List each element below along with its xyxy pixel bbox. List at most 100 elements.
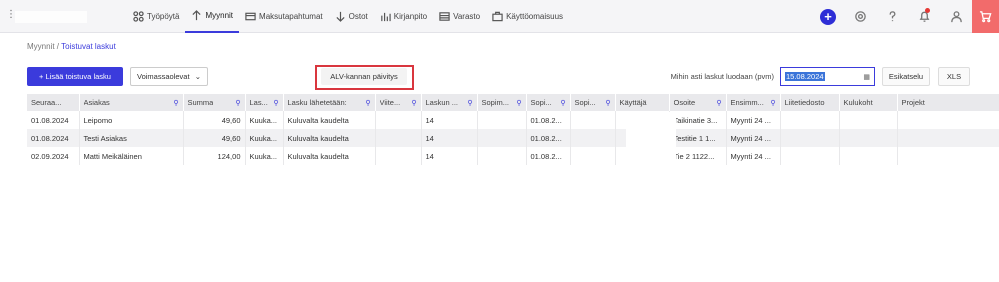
column-header[interactable]: Viite... ⚲	[375, 94, 422, 111]
search-icon[interactable]: ⚲	[467, 99, 472, 107]
notifications-button[interactable]	[908, 0, 940, 33]
table-cell	[780, 111, 840, 129]
vat-rate-update-button[interactable]: ALV-kannan päivitys	[321, 68, 407, 85]
table-cell: 01.08.2...	[526, 147, 571, 165]
table-cell	[570, 147, 616, 165]
column-header[interactable]: Sopi... ⚲	[570, 94, 616, 111]
column-header[interactable]: Käyttäjä	[615, 94, 670, 111]
search-icon[interactable]: ⚲	[173, 99, 178, 107]
dashboard-icon	[133, 11, 144, 22]
table-cell	[839, 129, 898, 147]
quick-add-button[interactable]: +	[812, 0, 844, 33]
nav-item-myynnit[interactable]: Myynnit	[185, 0, 240, 33]
nav-label: Varasto	[453, 12, 481, 21]
table-cell	[570, 111, 616, 129]
search-icon[interactable]: ⚲	[605, 99, 610, 107]
column-header[interactable]: Ensimm... ⚲	[726, 94, 781, 111]
preview-button[interactable]: Esikatselu	[882, 67, 930, 86]
table-row[interactable]: 02.09.2024 Matti Meikäläinen 124,00 Kuuka..…	[27, 147, 999, 165]
column-header[interactable]: Sopi... ⚲	[526, 94, 571, 111]
column-header[interactable]: Osoite ⚲	[669, 94, 727, 111]
table-cell	[477, 129, 527, 147]
search-icon[interactable]: ⚲	[560, 99, 565, 107]
nav-item-maksutapahtumat[interactable]: Maksutapahtumat	[239, 0, 329, 33]
column-header-label: Seuraa...	[31, 98, 62, 107]
column-header[interactable]: Projekt⚲	[897, 94, 999, 111]
search-icon[interactable]: ⚲	[235, 99, 240, 107]
column-header[interactable]: Asiakas ⚲	[79, 94, 184, 111]
column-header-label: Asiakas	[83, 98, 110, 107]
column-header-label: Viite...	[379, 98, 401, 107]
column-header[interactable]: Laskun ... ⚲	[421, 94, 478, 111]
column-header[interactable]: Liitetiedosto	[780, 94, 840, 111]
help-button[interactable]	[876, 0, 908, 33]
header-actions: +	[812, 0, 999, 33]
table-cell: Taikinatie 3...	[669, 111, 727, 129]
table-row[interactable]: 01.08.2024 Leipomo 49,60 Kuuka... Kuluvalta …	[27, 111, 999, 129]
header-row: Seuraa... Asiakas ⚲ Summa ⚲ Las... ⚲ Lasku lähe…	[27, 94, 999, 111]
column-header-label: Käyttäjä	[619, 98, 647, 107]
chevron-down-icon: ⌄	[194, 72, 201, 81]
nav-item-ostot[interactable]: Ostot	[329, 0, 374, 33]
table-cell: Kuluvalta kaudelta	[283, 111, 376, 129]
user-menu-button[interactable]	[940, 0, 972, 33]
briefcase-icon	[492, 11, 503, 22]
date-input[interactable]: 15.08.2024 ▦	[780, 67, 875, 86]
table-cell: 14	[421, 129, 478, 147]
breadcrumb-parent[interactable]: Myynnit	[27, 42, 55, 51]
column-header[interactable]: Sopim... ⚲	[477, 94, 527, 111]
add-recurring-invoice-button[interactable]: + Lisää toistuva lasku	[27, 67, 123, 86]
search-icon[interactable]: ⚲	[516, 99, 521, 107]
table-cell: 01.08.2...	[526, 111, 571, 129]
nav-label: Kirjanpito	[393, 12, 428, 21]
table-row[interactable]: 01.08.2024 Testi Asiakas 49,60 Kuuka... Kulu…	[27, 129, 999, 147]
column-header[interactable]: Summa ⚲	[183, 94, 246, 111]
calendar-icon[interactable]: ▦	[863, 73, 870, 81]
nav-item-varasto[interactable]: Varasto	[433, 0, 486, 33]
column-header[interactable]: Las... ⚲	[245, 94, 284, 111]
user-icon	[950, 11, 962, 23]
notification-badge	[925, 8, 930, 13]
column-header-label: Sopim...	[481, 98, 510, 107]
table-cell	[375, 129, 422, 147]
nav-label: Maksutapahtumat	[259, 12, 323, 21]
column-header[interactable]: Kulukoht	[839, 94, 898, 111]
table-cell	[375, 111, 422, 129]
settings-button[interactable]	[844, 0, 876, 33]
table-cell: 49,60	[183, 129, 246, 147]
table-cell: Tie 2 1122...	[669, 147, 727, 165]
search-icon[interactable]: ⚲	[770, 99, 775, 107]
nav-item-tyopoyta[interactable]: Työpöytä	[127, 0, 185, 33]
table-cell: 14	[421, 111, 478, 129]
table-cell	[780, 129, 840, 147]
table-cell	[477, 147, 527, 165]
table-cell	[780, 147, 840, 165]
table-cell: 01.08.2024	[27, 129, 80, 147]
card-icon	[245, 12, 256, 21]
xls-export-button[interactable]: XLS	[938, 67, 970, 86]
table-cell	[897, 111, 999, 129]
search-icon[interactable]: ⚲	[365, 99, 370, 107]
column-header[interactable]: Seuraa...	[27, 94, 80, 111]
nav-item-kayttoomaisuus[interactable]: Käyttöomaisuus	[486, 0, 569, 33]
cart-button[interactable]	[972, 0, 999, 33]
nav-label: Myynnit	[205, 11, 234, 20]
column-header-label: Lasku lähetetään:	[287, 98, 347, 107]
search-icon[interactable]: ⚲	[411, 99, 416, 107]
breadcrumb-current: Toistuvat laskut	[61, 42, 116, 51]
column-header-label: Projekt	[901, 98, 925, 107]
column-header-label: Laskun ...	[425, 98, 459, 107]
column-header-label: Liitetiedosto	[784, 98, 825, 107]
date-label: Mihin asti laskut luodaan (pvm)	[670, 72, 774, 81]
status-filter-select[interactable]: Voimassaolevat ⌄	[130, 67, 208, 86]
column-header-label: Ensimm...	[730, 98, 764, 107]
column-header[interactable]: Lasku lähetetään: ⚲	[283, 94, 376, 111]
status-filter-value: Voimassaolevat	[137, 72, 190, 81]
nav-item-kirjanpito[interactable]: Kirjanpito	[374, 0, 433, 33]
search-icon[interactable]: ⚲	[716, 99, 721, 107]
table-cell: Myynti 24 ...	[726, 111, 781, 129]
search-icon[interactable]: ⚲	[273, 99, 278, 107]
table-cell	[477, 111, 527, 129]
table-cell: Kuuka...	[245, 111, 284, 129]
nav-label: Työpöytä	[147, 12, 180, 21]
